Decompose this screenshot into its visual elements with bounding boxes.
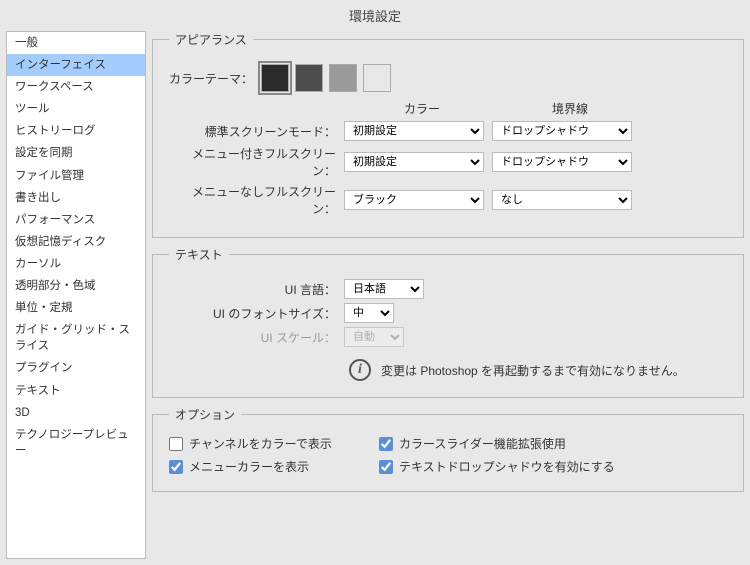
color-swatch[interactable] [295,64,323,92]
sidebar-item[interactable]: インターフェイス [7,54,145,76]
color-swatch[interactable] [329,64,357,92]
color-theme-swatches [261,64,391,92]
screen-mode-label: 標準スクリーンモード： [169,123,344,140]
screen-mode-label: メニューなしフルスクリーン： [169,183,344,217]
sidebar-item[interactable]: テキスト [7,380,145,402]
screen-mode-color-select[interactable]: 初期設定 [344,121,484,141]
option-checkbox[interactable] [169,437,183,451]
screen-mode-row: メニュー付きフルスクリーン：初期設定ドロップシャドウ [169,145,727,179]
sidebar: 一般インターフェイスワークスペースツールヒストリーログ設定を同期ファイル管理書き… [6,31,146,559]
screen-mode-row: 標準スクリーンモード：初期設定ドロップシャドウ [169,121,727,141]
info-text: 変更は Photoshop を再起動するまで有効になりません。 [381,362,685,379]
sidebar-item[interactable]: ツール [7,98,145,120]
sidebar-item[interactable]: ガイド・グリッド・スライス [7,319,145,357]
main-container: 一般インターフェイスワークスペースツールヒストリーログ設定を同期ファイル管理書き… [0,31,750,565]
option-item: チャンネルをカラーで表示 [169,435,359,452]
option-item: メニューカラーを表示 [169,458,359,475]
options-grid: チャンネルをカラーで表示 カラースライダー機能拡張使用メニューカラーを表示 テキスト… [169,435,727,475]
sidebar-item[interactable]: プラグイン [7,357,145,379]
info-icon: i [349,359,371,381]
appearance-group: アピアランス カラーテーマ： カラー 境界線 標準スクリーンモード：初期設定ドロ… [152,31,744,238]
sidebar-item[interactable]: 単位・定規 [7,297,145,319]
ui-scale-select: 自動 [344,327,404,347]
option-label: カラースライダー機能拡張使用 [399,435,566,452]
text-legend: テキスト [169,246,229,263]
sidebar-item[interactable]: 3D [7,402,145,424]
color-theme-row: カラーテーマ： [169,64,727,92]
ui-lang-select[interactable]: 日本語 [344,279,424,299]
sidebar-item[interactable]: 透明部分・色域 [7,275,145,297]
sidebar-item[interactable]: テクノロジープレビュー [7,424,145,462]
appearance-legend: アピアランス [169,31,253,48]
sidebar-item[interactable]: 仮想記憶ディスク [7,231,145,253]
option-item: カラースライダー機能拡張使用 [379,435,727,452]
option-checkbox[interactable] [169,460,183,474]
ui-lang-label: UI 言語： [169,281,344,298]
option-label: メニューカラーを表示 [189,458,309,475]
screen-mode-border-select[interactable]: なし [492,190,632,210]
header-color: カラー [352,100,492,117]
sidebar-item[interactable]: パフォーマンス [7,209,145,231]
screen-mode-border-select[interactable]: ドロップシャドウ [492,152,632,172]
screen-mode-row: メニューなしフルスクリーン：ブラックなし [169,183,727,217]
sidebar-item[interactable]: 設定を同期 [7,142,145,164]
sidebar-item[interactable]: カーソル [7,253,145,275]
option-checkbox[interactable] [379,437,393,451]
option-label: テキストドロップシャドウを有効にする [399,458,615,475]
option-item: テキストドロップシャドウを有効にする [379,458,727,475]
header-border: 境界線 [500,100,640,117]
column-headers: カラー 境界線 [352,100,727,117]
content: アピアランス カラーテーマ： カラー 境界線 標準スクリーンモード：初期設定ドロ… [152,31,744,559]
ui-font-size-label: UI のフォントサイズ： [169,305,344,322]
sidebar-item[interactable]: ファイル管理 [7,165,145,187]
text-group: テキスト UI 言語： 日本語 UI のフォントサイズ： 中 UI スケール： … [152,246,744,398]
color-theme-label: カラーテーマ： [169,70,261,87]
sidebar-item[interactable]: ヒストリーログ [7,120,145,142]
sidebar-item[interactable]: 書き出し [7,187,145,209]
sidebar-item[interactable]: 一般 [7,32,145,54]
info-row: i 変更は Photoshop を再起動するまで有効になりません。 [169,359,727,381]
screen-mode-border-select[interactable]: ドロップシャドウ [492,121,632,141]
screen-mode-color-select[interactable]: ブラック [344,190,484,210]
ui-font-size-select[interactable]: 中 [344,303,394,323]
sidebar-item[interactable]: ワークスペース [7,76,145,98]
color-swatch[interactable] [363,64,391,92]
options-group: オプション チャンネルをカラーで表示 カラースライダー機能拡張使用メニューカラーを… [152,406,744,492]
screen-mode-color-select[interactable]: 初期設定 [344,152,484,172]
option-checkbox[interactable] [379,460,393,474]
options-legend: オプション [169,406,241,423]
option-label: チャンネルをカラーで表示 [189,435,332,452]
ui-scale-label: UI スケール： [169,329,344,346]
window-title: 環境設定 [0,0,750,31]
color-swatch[interactable] [261,64,289,92]
screen-mode-label: メニュー付きフルスクリーン： [169,145,344,179]
